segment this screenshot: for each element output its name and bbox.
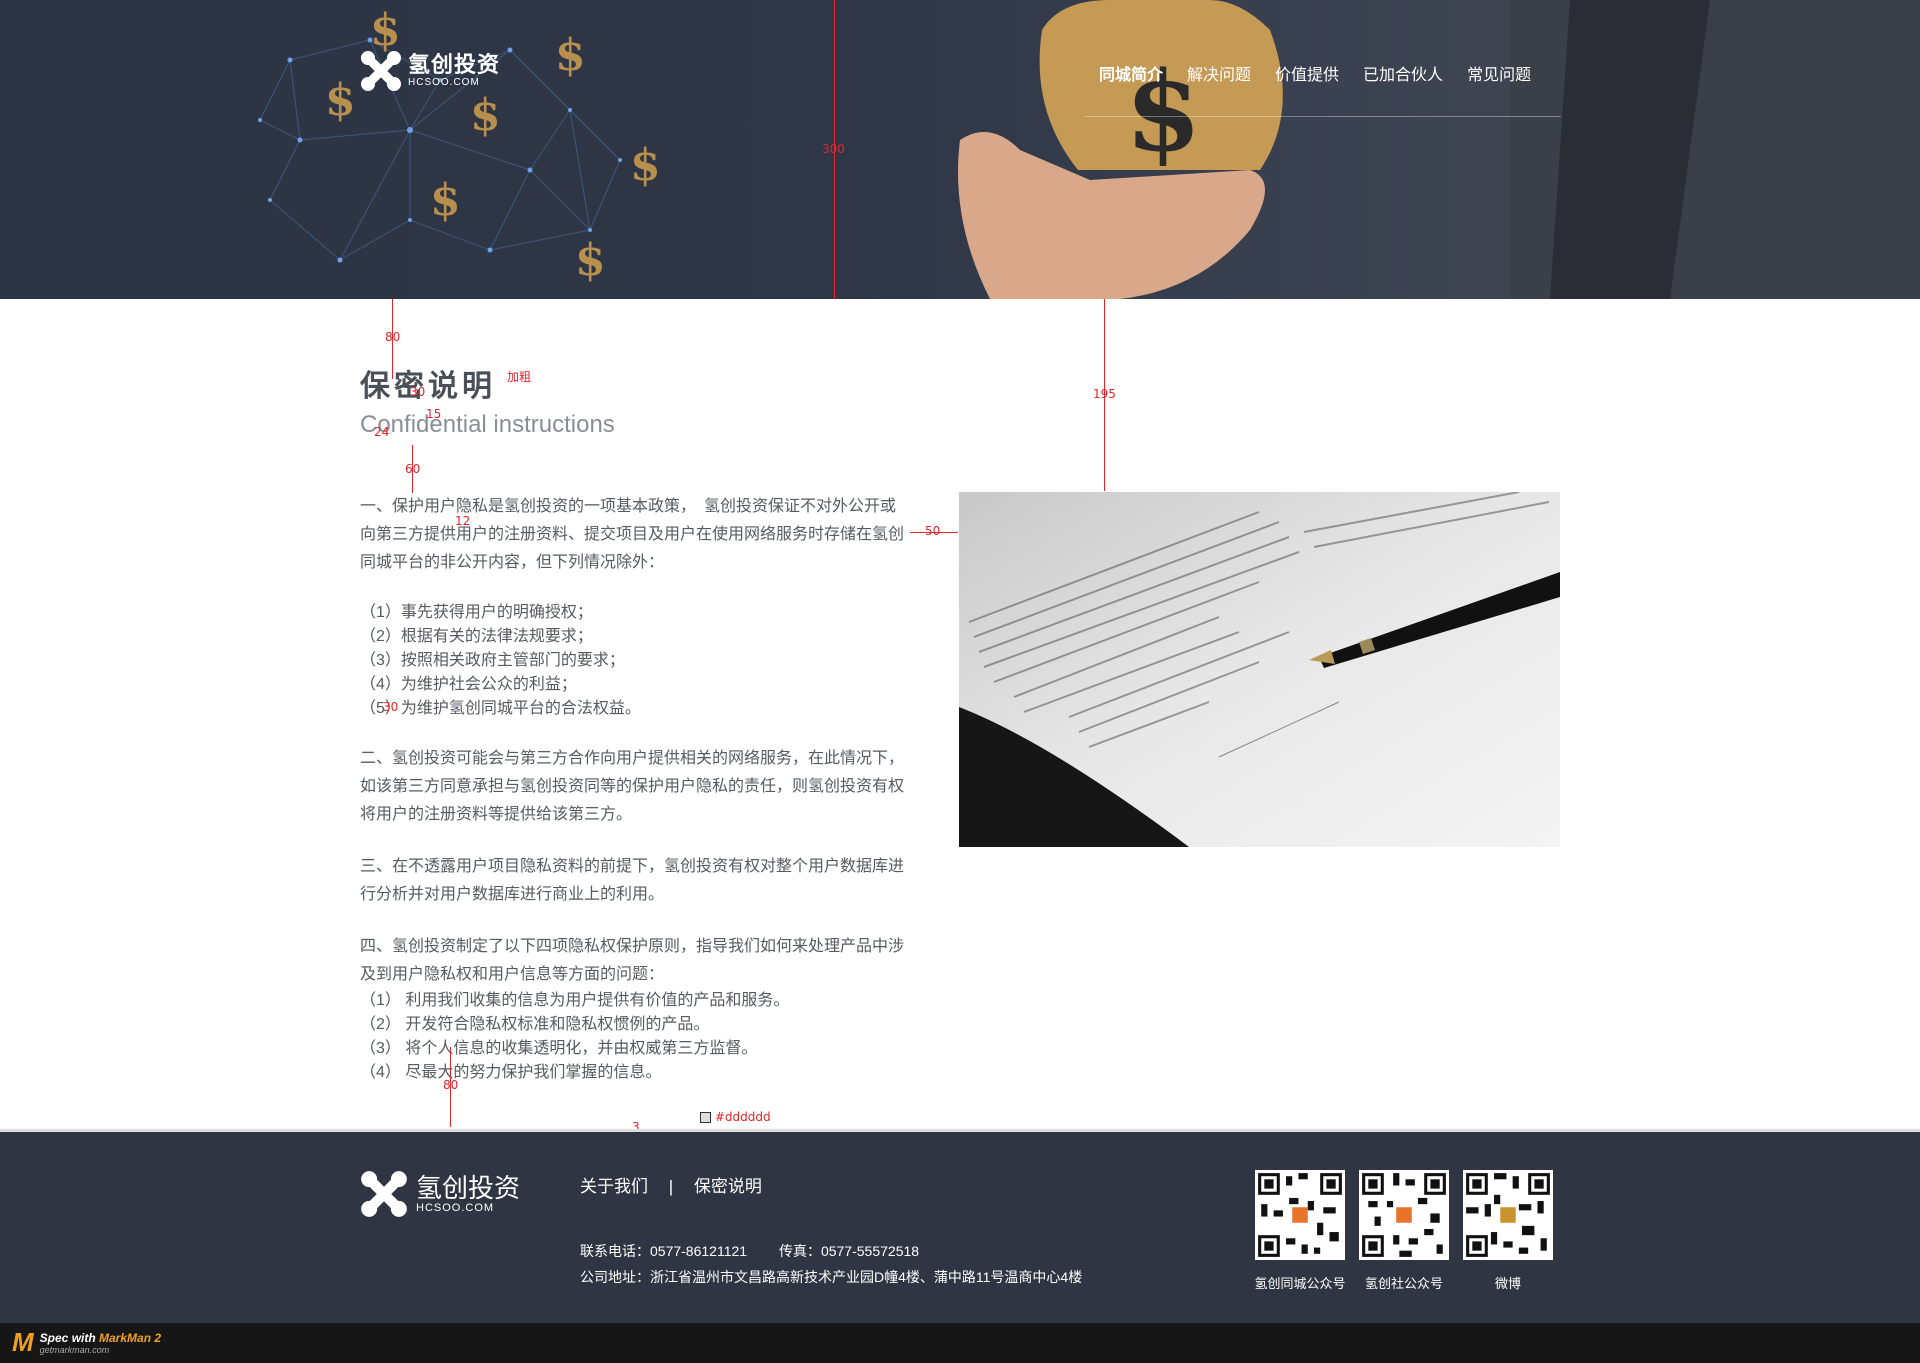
qr-wechat-city[interactable]: 氢创同城公众号 [1254, 1170, 1346, 1292]
qr-codes: 氢创同城公众号 氢创社公众号 微博 [1254, 1170, 1553, 1292]
document-pen-photo [959, 492, 1560, 847]
qr-code-icon [1359, 1170, 1449, 1260]
logo-x-icon [361, 51, 401, 91]
svg-text:$: $ [575, 235, 606, 286]
list-item: （4）为维护社会公众的利益； [360, 676, 577, 693]
footer-logo-en: HCSOO.COM [416, 1202, 495, 1214]
qr-code-icon [1463, 1170, 1553, 1260]
list-item: （5）为维护氢创同城平台的合法权益。 [360, 700, 641, 717]
markman-bar: M Spec with MarkMan 2 getmarkman.com [0, 1323, 1920, 1363]
section-4-intro: 四、氢创投资制定了以下四项隐私权保护原则，指导我们如何来处理产品中涉及到用户隐私… [360, 938, 905, 983]
qr-caption: 微博 [1494, 1276, 1521, 1291]
section-3: 三、在不透露用户项目隐私资料的前提下，氢创投资有权对整个用户数据库进行分析并对用… [360, 858, 905, 903]
spec-label: 50 [925, 524, 941, 538]
section-4-list: （1） 利用我们收集的信息为用户提供有价值的产品和服务。 （2） 开发符合隐私权… [360, 989, 910, 1085]
section-1-list: （1）事先获得用户的明确授权； （2）根据有关的法律法规要求； （3）按照相关政… [360, 601, 910, 721]
list-item: （2）根据有关的法律法规要求； [360, 628, 593, 645]
nav-item-problems[interactable]: 解决问题 [1187, 64, 1251, 116]
spec-label: 80 [385, 330, 401, 344]
spec-label: 15 [426, 407, 442, 421]
footer-link-separator: | [668, 1177, 674, 1196]
qr-caption: 氢创社公众号 [1364, 1276, 1443, 1291]
footer-fax: 传真：0577-55572518 [778, 1243, 920, 1259]
spec-label: 195 [1093, 387, 1116, 401]
main-nav: 同城简介 解决问题 价值提供 已加合伙人 常见问题 [1085, 64, 1561, 117]
footer-phone: 联系电话：0577-86121121 [580, 1243, 748, 1259]
money-bag-hand-illustration: $ [958, 0, 1920, 299]
list-item: （3）按照相关政府主管部门的要求； [360, 652, 625, 669]
qr-code-icon [1255, 1170, 1345, 1260]
spec-label: 加粗 [507, 370, 532, 384]
header-banner: $ $ $ $ $ $ $ $ 氢创投资 HCSOO.COM 同城简介 解决问题… [0, 0, 1920, 299]
spec-label: 80 [443, 1078, 459, 1092]
spec-label: 30 [410, 385, 426, 399]
list-item: （3） 将个人信息的收集透明化，并由权威第三方监督。 [360, 1040, 758, 1057]
svg-text:$: $ [555, 30, 586, 81]
section-2: 二、氢创投资可能会与第三方合作向用户提供相关的网络服务，在此情况下，如该第三方同… [360, 750, 905, 823]
spec-label: 12 [455, 514, 471, 528]
svg-text:$: $ [325, 75, 356, 126]
qr-caption: 氢创同城公众号 [1254, 1276, 1346, 1291]
qr-weibo[interactable]: 微博 [1463, 1170, 1553, 1292]
nav-item-intro[interactable]: 同城简介 [1099, 64, 1163, 116]
logo-en-text: HCSOO.COM [408, 77, 480, 88]
markman-logo: M [12, 1327, 34, 1357]
nav-item-value[interactable]: 价值提供 [1275, 64, 1339, 116]
footer-logo[interactable]: 氢创投资 HCSOO.COM [360, 1170, 520, 1218]
svg-text:$: $ [430, 175, 461, 226]
nav-item-faq[interactable]: 常见问题 [1467, 64, 1531, 116]
list-item: （1）事先获得用户的明确授权； [360, 604, 593, 621]
header-logo[interactable]: 氢创投资 HCSOO.COM [360, 50, 500, 92]
qr-wechat-community[interactable]: 氢创社公众号 [1359, 1170, 1449, 1292]
main-content: 保密说明 Confidential instructions 一、保护用户隐私是… [360, 370, 1560, 1081]
spec-label: 24 [374, 425, 390, 439]
markman-title: Spec with MarkMan 2 [39, 1330, 162, 1345]
section-1-intro: 一、保护用户隐私是氢创投资的一项基本政策， 氢创投资保证不对外公开或向第三方提供… [360, 498, 905, 571]
markman-url: getmarkman.com [39, 1344, 110, 1355]
list-item: （1） 利用我们收集的信息为用户提供有价值的产品和服务。 [360, 992, 790, 1009]
footer-link-about[interactable]: 关于我们 [580, 1177, 648, 1196]
svg-text:$: $ [470, 90, 501, 141]
footer-logo-cn: 氢创投资 [416, 1173, 521, 1203]
footer-contact: 联系电话：0577-86121121 传真：0577-55572518 公司地址… [580, 1238, 1082, 1290]
logo-cn-text: 氢创投资 [408, 52, 501, 77]
footer-links: 关于我们 | 保密说明 [580, 1172, 762, 1197]
page-subtitle: Confidential instructions [360, 411, 615, 438]
spec-label: 300 [822, 142, 845, 156]
svg-text:$: $ [630, 140, 661, 191]
policy-text: 一、保护用户隐私是氢创投资的一项基本政策， 氢创投资保证不对外公开或向第三方提供… [360, 493, 910, 1109]
logo-x-icon [361, 1171, 407, 1217]
list-item: （2） 开发符合隐私权标准和隐私权惯例的产品。 [360, 1016, 710, 1033]
footer-address: 公司地址：浙江省温州市文昌路高新技术产业园D幢4楼、蒲中路11号温商中心4楼 [580, 1269, 1083, 1285]
spec-label: 60 [405, 462, 421, 476]
markman-badge: M Spec with MarkMan 2 getmarkman.com [12, 1327, 161, 1358]
network-map-illustration: $ $ $ $ $ $ $ [258, 5, 661, 286]
page-title: 保密说明 [360, 370, 496, 403]
svg-text:$: $ [370, 5, 401, 56]
nav-item-partners[interactable]: 已加合伙人 [1363, 64, 1443, 116]
spec-label: 30 [383, 700, 399, 714]
footer: 氢创投资 HCSOO.COM 关于我们 | 保密说明 联系电话：0577-861… [0, 1129, 1920, 1326]
spec-label: #dddddd [700, 1110, 771, 1124]
footer-link-privacy[interactable]: 保密说明 [694, 1177, 762, 1196]
